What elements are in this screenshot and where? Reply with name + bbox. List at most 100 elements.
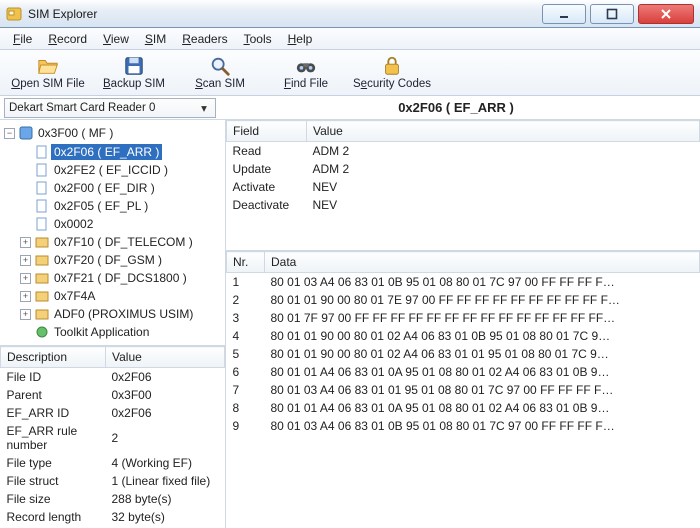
menu-readers[interactable]: Readers	[175, 30, 234, 48]
table-row[interactable]: ActivateNEV	[227, 178, 700, 196]
tree-node[interactable]: Toolkit Application	[20, 323, 223, 341]
tree-node[interactable]: +0x7F4A	[20, 287, 223, 305]
tree-label: 0x7F20 ( DF_GSM )	[51, 252, 165, 268]
table-row[interactable]: 880 01 01 A4 06 83 01 0A 95 01 08 80 01 …	[227, 399, 700, 417]
table-row[interactable]: 480 01 01 90 00 80 01 02 A4 06 83 01 0B …	[227, 327, 700, 345]
col-value[interactable]: Value	[307, 121, 700, 142]
file-icon	[35, 199, 49, 213]
folder-icon	[35, 289, 49, 303]
collapse-icon[interactable]: −	[4, 128, 15, 139]
open-sim-file-button[interactable]: Open SIM File	[8, 52, 88, 94]
table-row[interactable]: 780 01 03 A4 06 83 01 01 95 01 08 80 01 …	[227, 381, 700, 399]
folder-icon	[35, 271, 49, 285]
minimize-button[interactable]	[542, 4, 586, 24]
col-nr[interactable]: Nr.	[227, 252, 265, 273]
app-icon	[35, 325, 49, 339]
expand-icon[interactable]: +	[20, 273, 31, 284]
tree-node[interactable]: 0x2FE2 ( EF_ICCID )	[20, 161, 223, 179]
table-row[interactable]: UpdateADM 2	[227, 160, 700, 178]
rec-data: 80 01 01 A4 06 83 01 0A 95 01 08 80 01 0…	[265, 399, 700, 417]
field-key: Update	[227, 160, 307, 178]
field-val: ADM 2	[307, 142, 700, 161]
backup-sim-button[interactable]: Backup SIM	[94, 52, 174, 94]
menu-view[interactable]: View	[96, 30, 136, 48]
menu-help[interactable]: Help	[281, 30, 320, 48]
table-row[interactable]: File size288 byte(s)	[1, 490, 225, 508]
close-button[interactable]	[638, 4, 694, 24]
col-data[interactable]: Data	[265, 252, 700, 273]
col-description[interactable]: Description	[1, 347, 106, 368]
maximize-icon	[606, 8, 618, 20]
rec-data: 80 01 03 A4 06 83 01 0B 95 01 08 80 01 7…	[265, 273, 700, 292]
col-field[interactable]: Field	[227, 121, 307, 142]
table-row[interactable]: ReadADM 2	[227, 142, 700, 161]
desc-key: File ID	[1, 368, 106, 387]
tree-node[interactable]: +0x7F20 ( DF_GSM )	[20, 251, 223, 269]
table-row[interactable]: File struct1 (Linear fixed file)	[1, 472, 225, 490]
rec-nr: 5	[227, 345, 265, 363]
table-row[interactable]: DeactivateNEV	[227, 196, 700, 214]
tree-node-root[interactable]: − 0x3F00 ( MF ) 0x2F06 ( EF_ARR ) 0x2FE2…	[4, 124, 223, 342]
table-row[interactable]: 380 01 7F 97 00 FF FF FF FF FF FF FF FF …	[227, 309, 700, 327]
table-row[interactable]: Record length32 byte(s)	[1, 508, 225, 526]
table-row[interactable]: EF_ARR ID0x2F06	[1, 404, 225, 422]
table-row[interactable]: Parent0x3F00	[1, 386, 225, 404]
tree-label: ADF0 (PROXIMUS USIM)	[51, 306, 196, 322]
table-row[interactable]: File ID0x2F06	[1, 368, 225, 387]
expand-icon[interactable]: +	[20, 309, 31, 320]
binoculars-icon	[295, 55, 317, 77]
desc-key: File struct	[1, 472, 106, 490]
tree-node[interactable]: 0x0002	[20, 215, 223, 233]
expand-icon[interactable]: +	[20, 255, 31, 266]
field-key: Deactivate	[227, 196, 307, 214]
tree-node[interactable]: +0x7F21 ( DF_DCS1800 )	[20, 269, 223, 287]
app-icon	[6, 6, 22, 22]
menu-record[interactable]: Record	[41, 30, 94, 48]
table-row[interactable]: 680 01 01 A4 06 83 01 0A 95 01 08 80 01 …	[227, 363, 700, 381]
menu-tools[interactable]: Tools	[237, 30, 279, 48]
tree-node[interactable]: 0x2F00 ( EF_DIR )	[20, 179, 223, 197]
close-icon	[659, 8, 673, 20]
table-row[interactable]: 580 01 01 90 00 80 01 02 A4 06 83 01 01 …	[227, 345, 700, 363]
file-icon	[35, 163, 49, 177]
desc-val: 288 byte(s)	[106, 490, 225, 508]
tree-label: 0x7F4A	[51, 288, 98, 304]
table-row[interactable]: File type4 (Working EF)	[1, 454, 225, 472]
desc-val: 4 (Working EF)	[106, 454, 225, 472]
desc-key: File size	[1, 490, 106, 508]
reader-select[interactable]: Dekart Smart Card Reader 0 ▾	[4, 98, 216, 118]
col-value[interactable]: Value	[106, 347, 225, 368]
desc-key: Parent	[1, 386, 106, 404]
file-icon	[35, 217, 49, 231]
expand-icon[interactable]: +	[20, 291, 31, 302]
menu-file[interactable]: File	[6, 30, 39, 48]
rec-nr: 8	[227, 399, 265, 417]
tree-node[interactable]: + ADF0 (PROXIMUS USIM)	[20, 305, 223, 323]
description-table: Description Value File ID0x2F06Parent0x3…	[0, 346, 225, 528]
tree-node[interactable]: 0x2F05 ( EF_PL )	[20, 197, 223, 215]
table-row[interactable]: 180 01 03 A4 06 83 01 0B 95 01 08 80 01 …	[227, 273, 700, 292]
rec-nr: 3	[227, 309, 265, 327]
desc-key: Record length	[1, 508, 106, 526]
rec-data: 80 01 01 90 00 80 01 02 A4 06 83 01 0B 9…	[265, 327, 700, 345]
file-tree[interactable]: − 0x3F00 ( MF ) 0x2F06 ( EF_ARR ) 0x2FE2…	[0, 120, 225, 346]
rec-data: 80 01 01 90 00 80 01 7E 97 00 FF FF FF F…	[265, 291, 700, 309]
table-row[interactable]: 280 01 01 90 00 80 01 7E 97 00 FF FF FF …	[227, 291, 700, 309]
tree-node[interactable]: +0x7F10 ( DF_TELECOM )	[20, 233, 223, 251]
desc-val: 1 (Linear fixed file)	[106, 472, 225, 490]
maximize-button[interactable]	[590, 4, 634, 24]
table-row[interactable]: 980 01 03 A4 06 83 01 0B 95 01 08 80 01 …	[227, 417, 700, 435]
scan-sim-button[interactable]: Scan SIM	[180, 52, 260, 94]
menu-sim[interactable]: SIM	[138, 30, 173, 48]
rec-data: 80 01 7F 97 00 FF FF FF FF FF FF FF FF F…	[265, 309, 700, 327]
tree-label: 0x2F06 ( EF_ARR )	[51, 144, 162, 160]
expand-icon[interactable]: +	[20, 237, 31, 248]
tree-node[interactable]: 0x2F06 ( EF_ARR )	[20, 143, 223, 161]
find-file-button[interactable]: Find File	[266, 52, 346, 94]
rec-data: 80 01 01 A4 06 83 01 0A 95 01 08 80 01 0…	[265, 363, 700, 381]
field-key: Activate	[227, 178, 307, 196]
security-codes-button[interactable]: Security Codes	[352, 52, 432, 94]
field-val: ADM 2	[307, 160, 700, 178]
table-row[interactable]: EF_ARR rule number2	[1, 422, 225, 454]
tree-label: Toolkit Application	[51, 324, 152, 340]
